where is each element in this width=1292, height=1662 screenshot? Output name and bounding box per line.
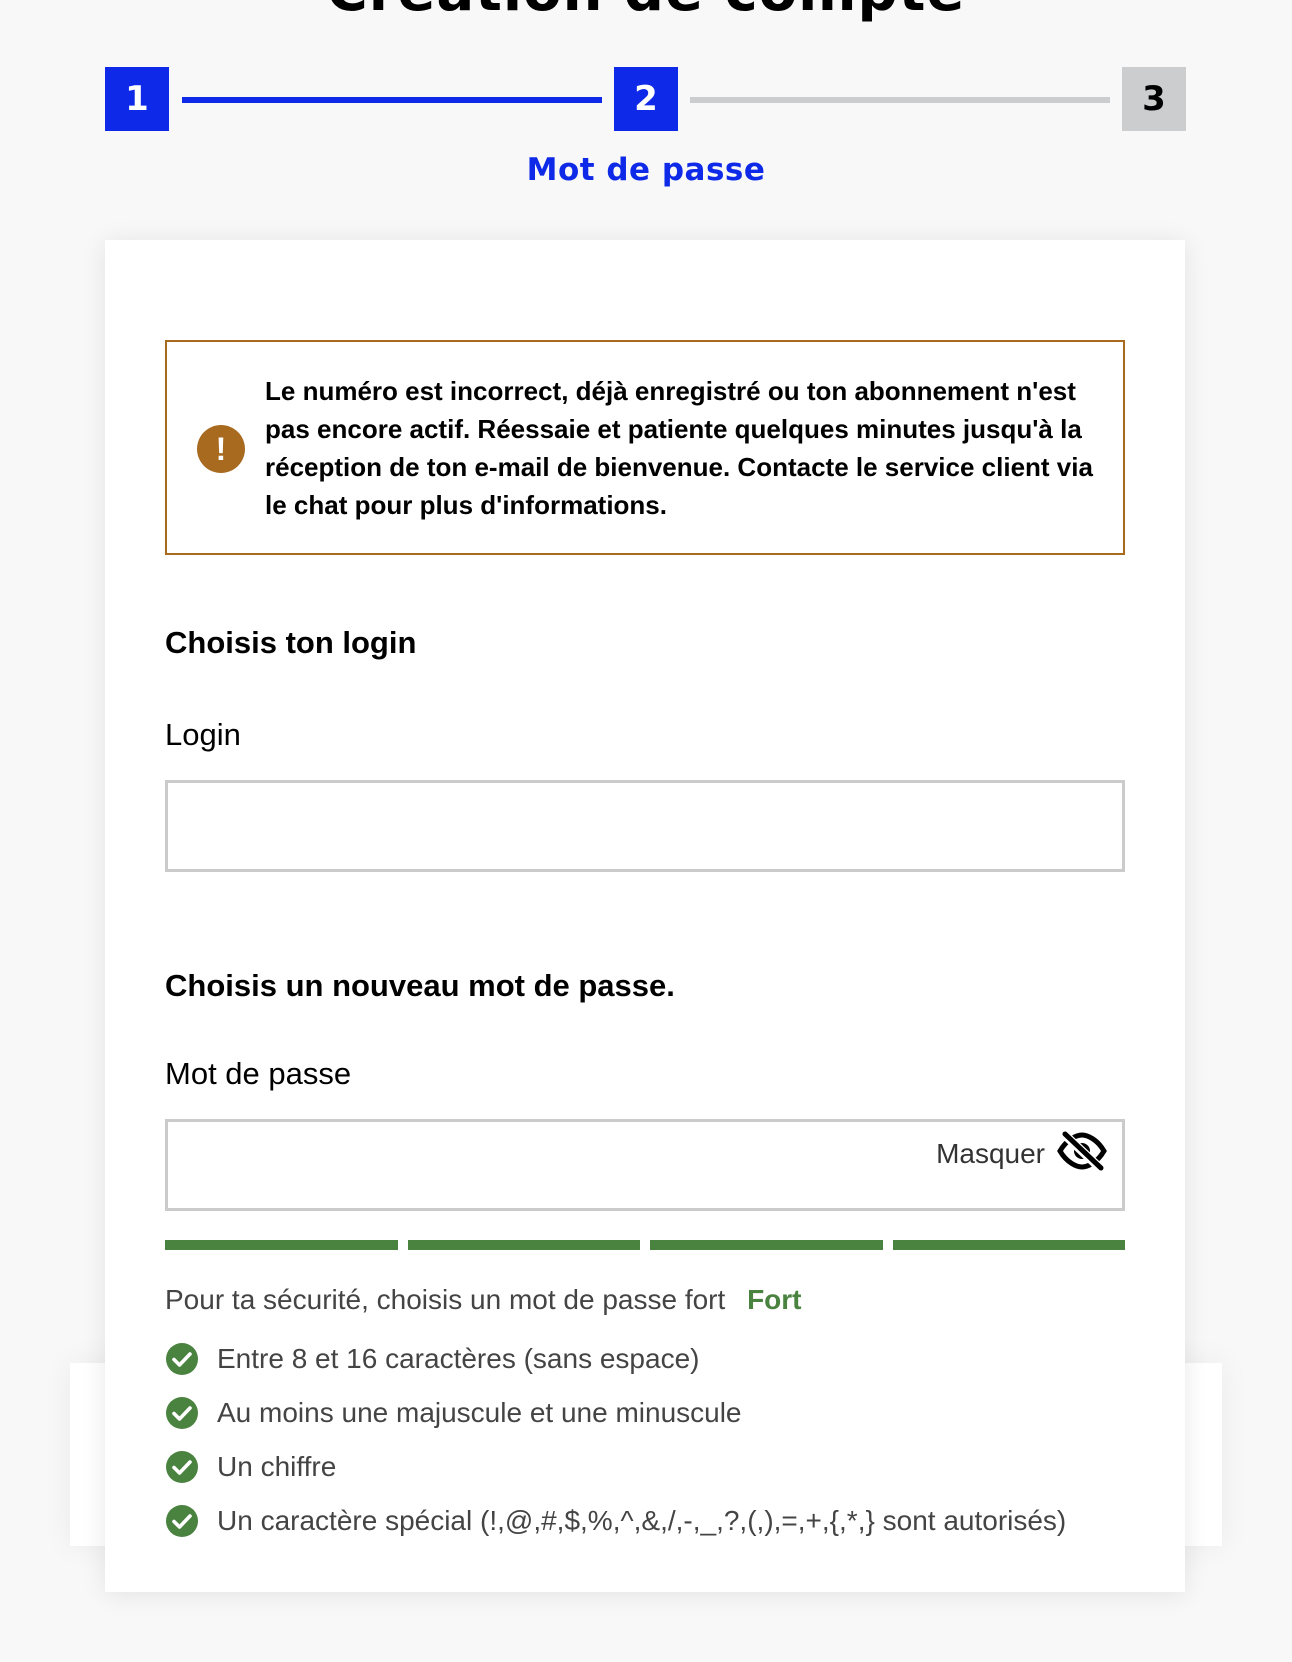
- step-3: 3: [1122, 67, 1186, 131]
- password-rule: Au moins une majuscule et une minuscule: [165, 1386, 1145, 1440]
- check-circle-icon: [165, 1504, 199, 1538]
- step-caption: Mot de passe: [526, 152, 766, 188]
- strength-level: Fort: [747, 1284, 802, 1315]
- strength-hint-text: Pour ta sécurité, choisis un mot de pass…: [165, 1284, 726, 1315]
- page-title: Création de compte: [0, 0, 1292, 20]
- password-section-title: Choisis un nouveau mot de passe.: [165, 968, 675, 1003]
- strength-segment: [165, 1240, 398, 1250]
- toggle-label: Masquer: [936, 1137, 1045, 1169]
- account-form-card: ! Le numéro est incorrect, déjà enregist…: [105, 240, 1185, 1592]
- login-label: Login: [165, 717, 241, 752]
- eye-slash-icon: [1057, 1131, 1107, 1176]
- step-connector-2-3: [690, 97, 1110, 103]
- password-rule-label: Entre 8 et 16 caractères (sans espace): [217, 1343, 700, 1374]
- password-strength-meter: [165, 1240, 1125, 1250]
- password-rule-label: Un caractère spécial (!,@,#,$,%,^,&,/,-,…: [217, 1505, 1067, 1536]
- strength-segment: [650, 1240, 883, 1250]
- check-circle-icon: [165, 1450, 199, 1484]
- error-alert: ! Le numéro est incorrect, déjà enregist…: [165, 340, 1125, 555]
- password-rule-label: Un chiffre: [217, 1451, 337, 1482]
- strength-segment: [407, 1240, 640, 1250]
- hide-password-toggle[interactable]: Masquer: [936, 1131, 1107, 1176]
- alert-message: Le numéro est incorrect, déjà enregistré…: [265, 376, 1093, 520]
- password-rule: Un caractère spécial (!,@,#,$,%,^,&,/,-,…: [165, 1494, 1145, 1548]
- step-2: 2: [614, 67, 678, 131]
- login-section-title: Choisis ton login: [165, 625, 417, 660]
- step-connector-1-2: [182, 97, 602, 103]
- strength-segment: [892, 1240, 1125, 1250]
- password-rule: Entre 8 et 16 caractères (sans espace): [165, 1332, 1145, 1386]
- warning-icon: !: [197, 425, 245, 473]
- password-label: Mot de passe: [165, 1056, 352, 1091]
- strength-hint: Pour ta sécurité, choisis un mot de pass…: [165, 1282, 802, 1318]
- login-input[interactable]: [165, 780, 1125, 872]
- check-circle-icon: [165, 1396, 199, 1430]
- check-circle-icon: [165, 1342, 199, 1376]
- password-rule: Un chiffre: [165, 1440, 1145, 1494]
- password-rule-label: Au moins une majuscule et une minuscule: [217, 1397, 742, 1428]
- password-rules-list: Entre 8 et 16 caractères (sans espace) Au…: [165, 1332, 1145, 1548]
- step-1: 1: [105, 67, 169, 131]
